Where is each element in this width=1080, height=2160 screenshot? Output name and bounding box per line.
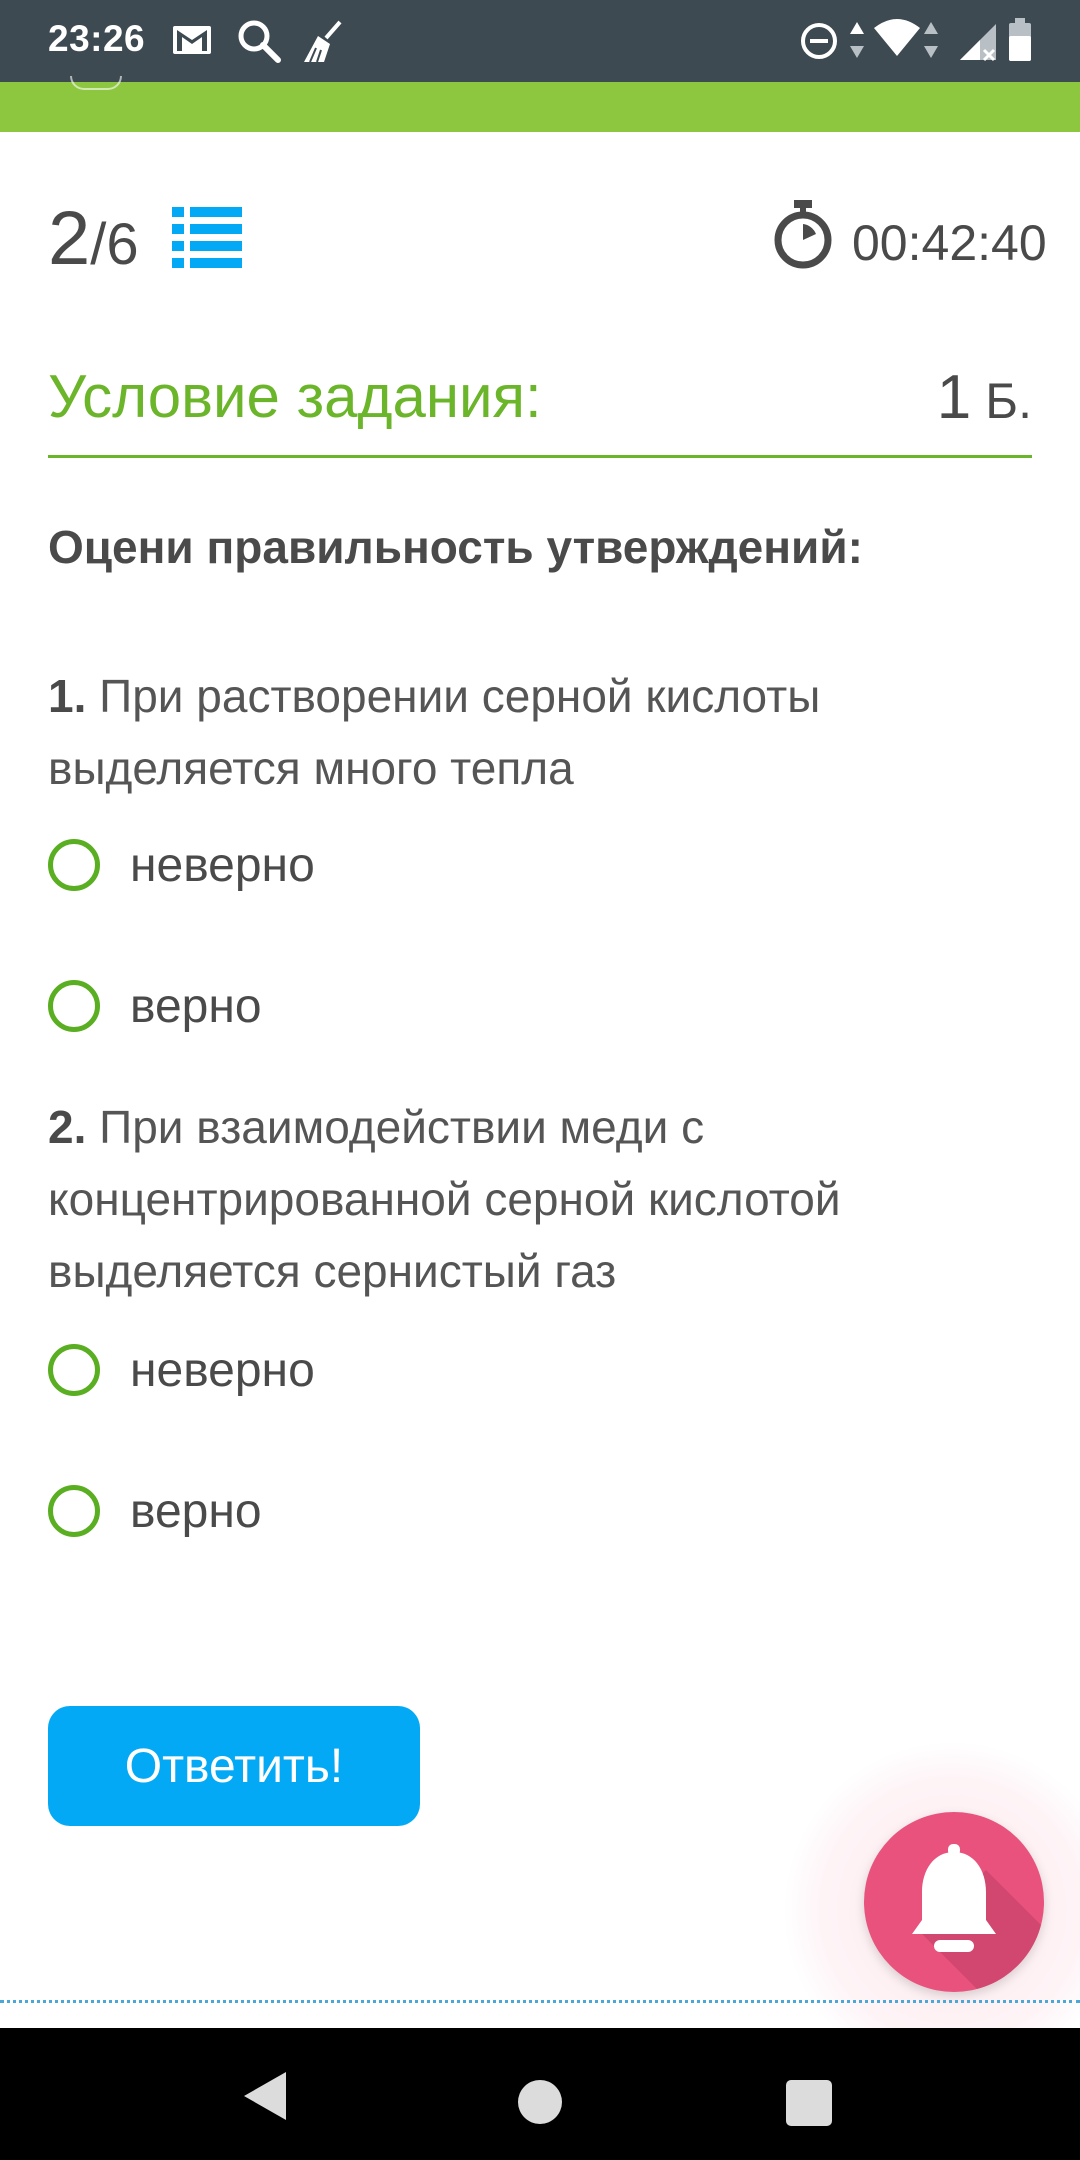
radio-button[interactable] (48, 1485, 100, 1537)
battery-icon (1008, 18, 1032, 67)
q2-option-true[interactable]: верно (48, 1476, 262, 1546)
q1-option-false[interactable]: неверно (48, 830, 315, 900)
dotted-divider (0, 2000, 1080, 2003)
option-label: верно (130, 1484, 262, 1538)
navigation-bar (0, 2028, 1080, 2160)
option-label: неверно (130, 1343, 315, 1397)
data-arrows-icon (848, 20, 866, 65)
question-text-line: При взаимодействии меди с (99, 1101, 705, 1153)
home-icon[interactable] (518, 2080, 562, 2124)
points-display: 1 Б. (937, 362, 1032, 433)
list-icon[interactable] (172, 207, 242, 269)
points-value: 1 (936, 363, 972, 432)
option-label: неверно (130, 838, 315, 892)
condition-title: Условие задания: (48, 363, 542, 430)
question-text-line: выделяется много тепла (48, 742, 574, 794)
radio-button[interactable] (48, 1344, 100, 1396)
notification-fab[interactable] (864, 1812, 1044, 1992)
question-number: 2. (48, 1101, 87, 1153)
points-unit: Б. (985, 373, 1032, 429)
question-number: 1. (48, 670, 87, 722)
question-1: 1. При растворении серной кислоты выделя… (48, 660, 1008, 804)
timer-value: 00:42:40 (852, 215, 1047, 271)
broom-icon (300, 18, 346, 69)
data-arrows-icon (922, 20, 940, 65)
question-text-line: концентрированной серной кислотой (48, 1173, 841, 1225)
task-instruction: Оцени правильность утверждений: (48, 521, 863, 573)
do-not-disturb-icon (800, 22, 838, 65)
radio-button[interactable] (48, 839, 100, 891)
q1-option-true[interactable]: верно (48, 971, 262, 1041)
q2-option-false[interactable]: неверно (48, 1335, 315, 1405)
option-label: верно (130, 979, 262, 1033)
question-2: 2. При взаимодействии меди с концентриро… (48, 1091, 1008, 1307)
counter-separator: / (90, 212, 107, 277)
gmail-icon (172, 24, 212, 61)
question-counter: 2 / 6 (48, 195, 139, 281)
question-text-line: выделяется сернистый газ (48, 1245, 617, 1297)
status-time: 23:26 (48, 18, 146, 59)
wifi-icon (872, 18, 922, 63)
submit-answer-button[interactable]: Ответить! (48, 1706, 420, 1826)
status-bar: 23:26 (0, 0, 1080, 82)
condition-divider (48, 455, 1032, 458)
question-text-line: При растворении серной кислоты (99, 670, 821, 722)
bell-icon (912, 1844, 1044, 1992)
top-progress-bar (0, 76, 1080, 132)
stopwatch-icon (772, 200, 834, 270)
total-questions-number: 6 (106, 212, 139, 277)
radio-button[interactable] (48, 980, 100, 1032)
current-question-number: 2 (48, 196, 91, 281)
back-icon[interactable] (240, 2070, 288, 2127)
recents-icon[interactable] (786, 2080, 832, 2126)
search-icon (236, 18, 282, 69)
signal-icon (958, 22, 998, 67)
